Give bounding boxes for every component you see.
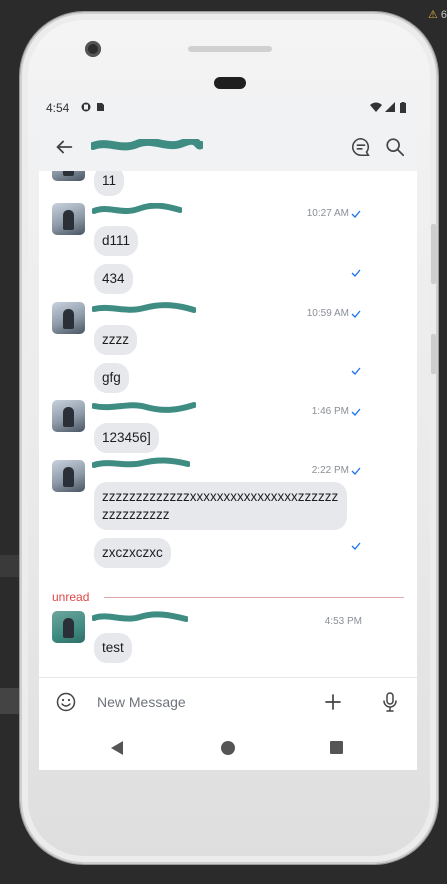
message-bubble[interactable]: d111 bbox=[94, 226, 139, 256]
avatar[interactable] bbox=[52, 302, 85, 334]
sender-name-redacted bbox=[92, 457, 190, 468]
ide-warning-indicator: ⚠ 6 bbox=[428, 8, 447, 21]
sender-name-redacted bbox=[92, 611, 188, 622]
check-icon bbox=[351, 269, 361, 277]
message-time: 2:22 PM bbox=[311, 465, 349, 476]
message-bubble[interactable]: zzzz bbox=[94, 325, 137, 355]
sender-name-redacted bbox=[92, 402, 196, 413]
check-icon bbox=[351, 542, 361, 550]
system-nav-bar bbox=[39, 727, 417, 770]
message-bubble[interactable]: test bbox=[94, 633, 132, 663]
nav-recents-icon[interactable] bbox=[330, 741, 343, 754]
check-icon bbox=[351, 210, 361, 218]
power-button bbox=[431, 334, 436, 374]
message-time: 1:46 PM bbox=[311, 406, 349, 417]
chat-bubble-icon[interactable] bbox=[350, 136, 372, 158]
smiley-icon[interactable] bbox=[56, 692, 76, 712]
search-icon[interactable] bbox=[384, 136, 406, 158]
phone-screen: 4:54 11 10:27 AM d111 434 10:59 AM zzzz … bbox=[39, 93, 417, 770]
message-time: 4:53 PM bbox=[324, 616, 362, 627]
wifi-icon bbox=[370, 102, 382, 112]
message-bubble[interactable]: 11 bbox=[94, 171, 125, 196]
message-composer bbox=[39, 677, 417, 727]
nav-back-icon[interactable] bbox=[111, 741, 123, 755]
message-bubble[interactable]: gfg bbox=[94, 363, 129, 393]
signal-icon bbox=[385, 102, 395, 112]
front-camera bbox=[85, 41, 101, 57]
app-notification-icon bbox=[81, 102, 91, 112]
message-input[interactable] bbox=[89, 690, 325, 714]
nav-home-icon[interactable] bbox=[221, 741, 235, 755]
sender-name-redacted bbox=[92, 203, 182, 214]
warning-icon: ⚠ bbox=[427, 9, 438, 21]
chat-header bbox=[39, 123, 417, 171]
status-time: 4:54 bbox=[46, 101, 70, 115]
earpiece-speaker bbox=[188, 46, 272, 52]
sd-card-icon bbox=[97, 103, 104, 111]
message-time: 10:59 AM bbox=[306, 308, 349, 319]
arrow-left-icon[interactable] bbox=[53, 136, 75, 158]
proximity-sensor bbox=[214, 77, 246, 89]
check-icon bbox=[351, 310, 361, 318]
plus-icon[interactable] bbox=[323, 692, 343, 712]
avatar[interactable] bbox=[52, 203, 85, 235]
avatar[interactable] bbox=[52, 611, 85, 643]
unread-divider-label: unread bbox=[52, 590, 90, 604]
unread-divider-line bbox=[104, 597, 404, 598]
check-icon bbox=[351, 367, 361, 375]
message-list[interactable]: 11 10:27 AM d111 434 10:59 AM zzzz gfg 1… bbox=[39, 171, 417, 677]
chat-title-redacted bbox=[91, 139, 203, 151]
message-bubble[interactable]: zzzzzzzzzzzzzxxxxxxxxxxxxxxxxzzzzzzzzzzz… bbox=[94, 482, 347, 530]
avatar[interactable] bbox=[52, 460, 85, 492]
check-icon bbox=[351, 467, 361, 475]
message-bubble[interactable]: zxczxczxc bbox=[94, 538, 171, 568]
mic-icon[interactable] bbox=[381, 691, 399, 713]
avatar[interactable] bbox=[52, 171, 85, 181]
message-time: 10:27 AM bbox=[306, 208, 349, 219]
ide-warning-count: 6 bbox=[440, 9, 447, 21]
volume-button bbox=[431, 224, 436, 284]
message-bubble[interactable]: 434 bbox=[94, 264, 133, 294]
sender-name-redacted bbox=[92, 302, 196, 313]
message-bubble[interactable]: 123456] bbox=[94, 423, 159, 453]
check-icon bbox=[351, 408, 361, 416]
status-bar: 4:54 bbox=[39, 93, 417, 123]
battery-icon bbox=[400, 102, 406, 113]
avatar[interactable] bbox=[52, 400, 85, 432]
